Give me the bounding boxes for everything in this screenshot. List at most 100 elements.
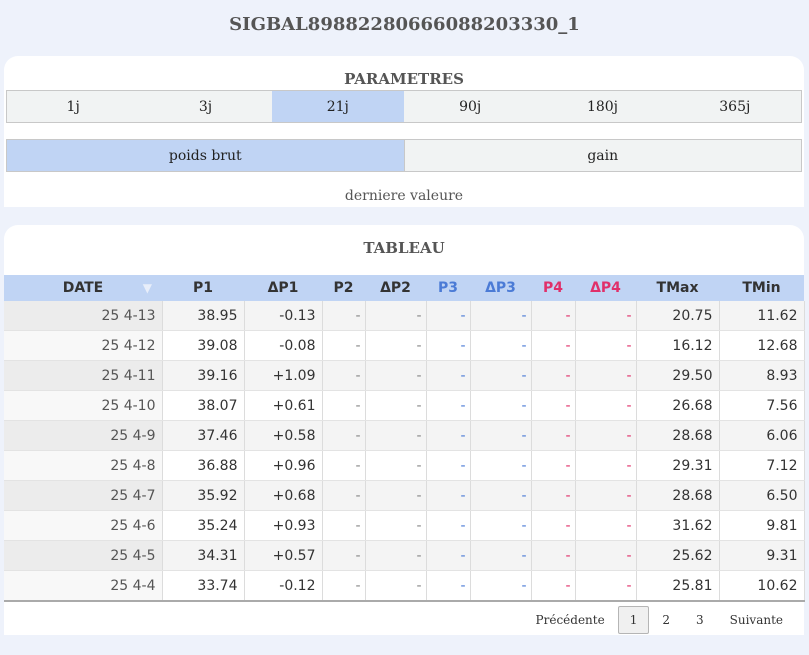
- data-table: DATE ▼ P1 ΔP1 P2 ΔP2 P3 ΔP3 P4 ΔP4 TMax TMin 25 4-1…: [4, 275, 805, 602]
- table-cell: -: [531, 330, 576, 361]
- table-cell: 26.68: [636, 390, 720, 421]
- mode-option-gain[interactable]: gain: [403, 140, 802, 171]
- table-cell: -: [365, 360, 427, 391]
- page-title: SIGBAL89882280666088203330_1: [229, 14, 580, 35]
- table-cell: 29.50: [636, 360, 720, 391]
- table-cell: 25 4-8: [4, 450, 163, 481]
- table-row: 25 4-10 38.07 +0.61- - - - - -26.68 7.56: [4, 390, 805, 421]
- table-cell: -: [365, 450, 427, 481]
- next-page-button[interactable]: Suivante: [717, 613, 796, 627]
- table-cell: -: [531, 301, 576, 331]
- column-header-3[interactable]: P2: [322, 275, 365, 301]
- table-cell: -0.12: [244, 570, 323, 602]
- table-cell: -: [322, 480, 366, 511]
- table-row: 25 4-5 34.31 +0.57- - - - - -25.62 9.31: [4, 540, 805, 571]
- table-cell: -: [426, 480, 471, 511]
- table-cell: -: [365, 570, 427, 602]
- table-cell: -: [531, 570, 576, 602]
- table-cell: 25 4-5: [4, 540, 163, 571]
- column-header-label: ΔP4: [590, 280, 621, 296]
- table-cell: -: [322, 390, 366, 421]
- table-cell: -: [575, 360, 637, 391]
- table-cell: 11.62: [719, 301, 805, 331]
- period-selector: 1j 3j 21j 90j 180j 365j: [6, 90, 802, 123]
- last-value-label: derniere valeure: [344, 188, 464, 204]
- page-button-2[interactable]: 2: [649, 613, 683, 627]
- table-cell: -: [575, 540, 637, 571]
- tableau-title: TABLEAU: [363, 239, 445, 257]
- table-cell: -: [575, 420, 637, 451]
- table-cell: 25 4-10: [4, 390, 163, 421]
- table-cell: 25 4-7: [4, 480, 163, 511]
- table-cell: 7.12: [719, 450, 805, 481]
- table-cell: 28.68: [636, 420, 720, 451]
- table-cell: 34.31: [162, 540, 245, 571]
- table-cell: -: [426, 450, 471, 481]
- column-header-8[interactable]: ΔP4: [575, 275, 636, 301]
- period-option-21j[interactable]: 21j: [271, 91, 404, 122]
- table-cell: +0.58: [244, 420, 323, 451]
- column-header-10[interactable]: TMin: [719, 275, 804, 301]
- table-cell: 9.81: [719, 510, 805, 541]
- column-header-2[interactable]: ΔP1: [244, 275, 322, 301]
- table-cell: -: [470, 330, 532, 361]
- table-cell: +0.57: [244, 540, 323, 571]
- table-header: DATE ▼ P1 ΔP1 P2 ΔP2 P3 ΔP3 P4 ΔP4 TMax TMin: [4, 275, 804, 301]
- column-header-7[interactable]: P4: [531, 275, 575, 301]
- table-cell: -: [575, 480, 637, 511]
- sort-down-icon[interactable]: ▼: [143, 281, 152, 295]
- table-cell: -: [365, 480, 427, 511]
- period-option-90j[interactable]: 90j: [404, 91, 536, 122]
- table-cell: -: [531, 540, 576, 571]
- table-cell: -: [365, 390, 427, 421]
- table-cell: -: [426, 570, 471, 602]
- table-cell: 25 4-4: [4, 570, 163, 602]
- page-button-3[interactable]: 3: [683, 613, 717, 627]
- column-header-1[interactable]: P1: [162, 275, 244, 301]
- previous-page-button[interactable]: Précédente: [523, 613, 618, 627]
- column-header-label: ΔP2: [380, 280, 411, 296]
- table-cell: -: [365, 540, 427, 571]
- mode-selector: poids brut gain: [6, 139, 802, 172]
- column-header-6[interactable]: ΔP3: [470, 275, 531, 301]
- table-cell: -: [470, 360, 532, 391]
- table-cell: 6.50: [719, 480, 805, 511]
- table-cell: 39.16: [162, 360, 245, 391]
- table-row: 25 4-6 35.24 +0.93- - - - - -31.62 9.81: [4, 510, 805, 541]
- column-header-5[interactable]: P3: [426, 275, 470, 301]
- table-cell: -: [531, 480, 576, 511]
- table-cell: -: [426, 330, 471, 361]
- table-cell: +1.09: [244, 360, 323, 391]
- period-option-1j[interactable]: 1j: [7, 91, 139, 122]
- tableau-panel: TABLEAU DATE ▼ P1 ΔP1 P2 ΔP2 P3 ΔP3 P4 ΔP4 TMax TMi…: [4, 225, 805, 635]
- page-button-1[interactable]: 1: [617, 606, 650, 634]
- table-cell: +0.96: [244, 450, 323, 481]
- table-cell: -: [426, 360, 471, 391]
- table-cell: -: [365, 420, 427, 451]
- column-header-0[interactable]: DATE ▼: [4, 275, 162, 301]
- mode-option-poids-brut[interactable]: poids brut: [7, 140, 404, 171]
- column-header-label: P3: [437, 280, 458, 296]
- table-cell: -: [575, 570, 637, 602]
- table-cell: -: [322, 450, 366, 481]
- period-option-3j[interactable]: 3j: [139, 91, 271, 122]
- table-cell: 25.81: [636, 570, 720, 602]
- table-cell: -: [322, 510, 366, 541]
- table-cell: -: [322, 420, 366, 451]
- table-row: 25 4-11 39.16 +1.09- - - - - -29.50 8.93: [4, 360, 805, 391]
- period-option-180j[interactable]: 180j: [536, 91, 668, 122]
- table-row: 25 4-4 33.74 -0.12- - - - - -25.81 10.62: [4, 570, 805, 602]
- column-header-4[interactable]: ΔP2: [365, 275, 426, 301]
- table-cell: -: [470, 420, 532, 451]
- column-header-9[interactable]: TMax: [636, 275, 719, 301]
- parametres-panel: PARAMETRES 1j 3j 21j 90j 180j 365j poids brut…: [4, 56, 804, 207]
- table-cell: 38.07: [162, 390, 245, 421]
- table-cell: -0.08: [244, 330, 323, 361]
- table-cell: 25 4-9: [4, 420, 163, 451]
- table-cell: -: [426, 420, 471, 451]
- column-header-label: TMax: [656, 280, 699, 296]
- table-cell: 29.31: [636, 450, 720, 481]
- period-option-365j[interactable]: 365j: [669, 91, 801, 122]
- table-row: 25 4-12 39.08 -0.08- - - - - -16.12 12.68: [4, 330, 805, 361]
- table-cell: -: [531, 450, 576, 481]
